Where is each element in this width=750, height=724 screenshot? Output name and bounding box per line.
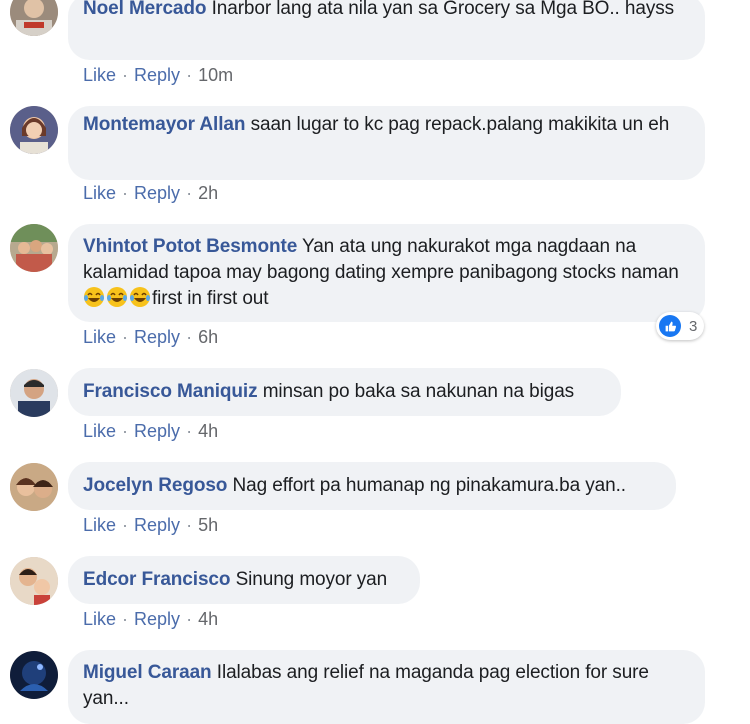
comment-author[interactable]: Montemayor Allan (83, 114, 245, 135)
avatar[interactable] (10, 463, 58, 511)
avatar[interactable] (10, 106, 58, 154)
like-icon (659, 315, 681, 337)
comment-text: Sinung moyor yan (235, 569, 388, 590)
avatar[interactable] (10, 369, 58, 417)
like-link[interactable]: Like (83, 327, 116, 347)
comment-author[interactable]: Jocelyn Regoso (83, 475, 227, 496)
laughing-tears-emoji (129, 287, 152, 309)
reaction-count: 3 (689, 317, 698, 335)
like-link[interactable]: Like (83, 609, 116, 629)
comment-actions: Like · Reply · 5h (83, 515, 219, 535)
like-link[interactable]: Like (83, 421, 116, 441)
comment-text: Inarbor lang ata nila yan sa Grocery sa … (211, 0, 675, 19)
comment-bubble: Miguel Caraan Ilalabas ang relief na mag… (68, 650, 705, 724)
comment-author[interactable]: Edcor Francisco (83, 569, 230, 590)
like-link[interactable]: Like (83, 183, 116, 203)
comment-author[interactable]: Vhintot Potot Besmonte (83, 236, 297, 257)
reply-link[interactable]: Reply (134, 327, 180, 347)
avatar[interactable] (10, 224, 58, 272)
comment-text: Nag effort pa humanap ng pinakamura.ba y… (232, 475, 627, 496)
comment-text: minsan po baka sa nakunan na bigas (262, 381, 575, 402)
comment-bubble: Noel Mercado Inarbor lang ata nila yan s… (68, 0, 705, 60)
comment-text: saan lugar to kc pag repack.palang makik… (250, 114, 670, 135)
comment-bubble: Francisco Maniquiz minsan po baka sa nak… (68, 368, 621, 416)
reply-link[interactable]: Reply (134, 65, 180, 85)
comment-bubble: Montemayor Allan saan lugar to kc pag re… (68, 106, 705, 180)
comment-text-end: first in first out (152, 288, 269, 309)
reply-link[interactable]: Reply (134, 183, 180, 203)
comment-bubble: Jocelyn Regoso Nag effort pa humanap ng … (68, 462, 676, 510)
like-link[interactable]: Like (83, 515, 116, 535)
comment-timestamp[interactable]: 6h (198, 327, 218, 347)
reply-link[interactable]: Reply (134, 515, 180, 535)
reply-link[interactable]: Reply (134, 421, 180, 441)
comment-actions: Like · Reply · 2h (83, 183, 219, 203)
comment-timestamp[interactable]: 4h (198, 421, 218, 441)
reaction-badge[interactable]: 3 (656, 312, 704, 340)
laughing-tears-emoji (83, 287, 106, 309)
laughing-tears-emoji (106, 287, 129, 309)
like-link[interactable]: Like (83, 65, 116, 85)
avatar[interactable] (10, 557, 58, 605)
comment-actions: Like · Reply · 4h (83, 421, 219, 441)
comment-bubble: Vhintot Potot Besmonte Yan ata ung nakur… (68, 224, 705, 322)
comment-actions: Like · Reply · 6h (83, 327, 219, 347)
reply-link[interactable]: Reply (134, 609, 180, 629)
comment-actions: Like · Reply · 10m (83, 65, 234, 85)
comment-timestamp[interactable]: 2h (198, 183, 218, 203)
comment-timestamp[interactable]: 4h (198, 609, 218, 629)
comment-author[interactable]: Noel Mercado (83, 0, 206, 19)
comment-author[interactable]: Miguel Caraan (83, 662, 212, 683)
comment-bubble: Edcor Francisco Sinung moyor yan (68, 556, 420, 604)
comment-timestamp[interactable]: 5h (198, 515, 218, 535)
avatar[interactable] (10, 651, 58, 699)
comment-author[interactable]: Francisco Maniquiz (83, 381, 258, 402)
comment-timestamp[interactable]: 10m (198, 65, 233, 85)
avatar[interactable] (10, 0, 58, 36)
comment-actions: Like · Reply · 4h (83, 609, 219, 629)
